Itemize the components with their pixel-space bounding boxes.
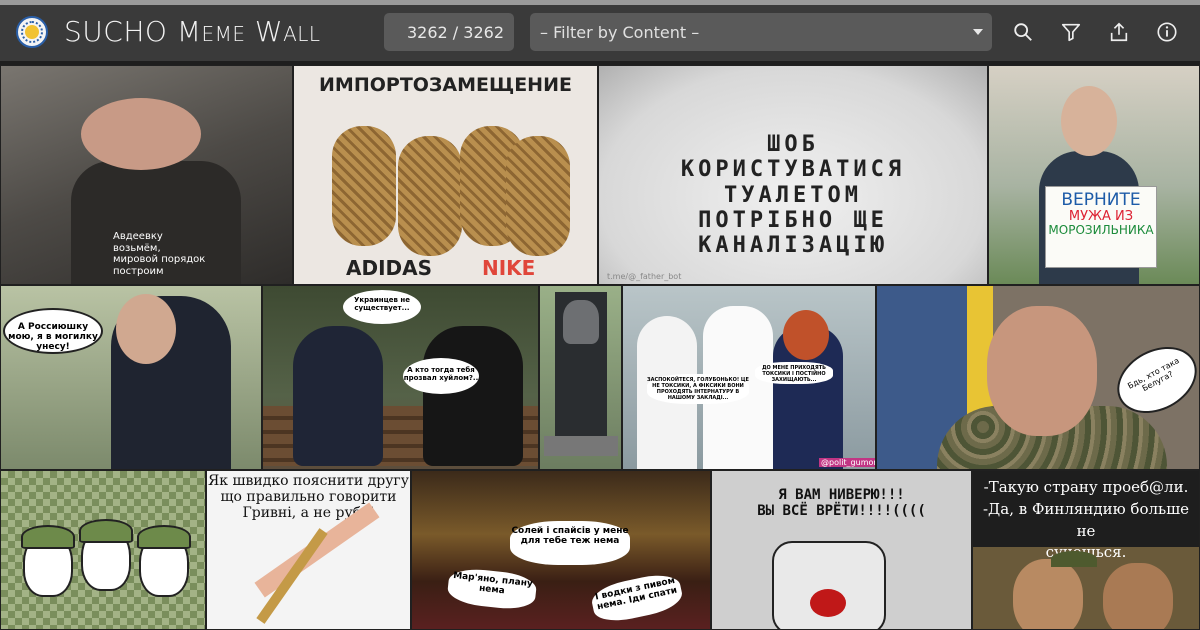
meme-tile[interactable]: ЗАСПОКОЙТЕСЯ, ГОЛУБОНЬКО! ЦЕ НЕ ТОКСИКИ,… bbox=[622, 285, 876, 470]
meme-figure bbox=[423, 326, 523, 466]
meme-mouth bbox=[810, 589, 846, 617]
meme-tile[interactable]: Бдь, хто така Белуга? bbox=[876, 285, 1200, 470]
title-prefix: SUCHO bbox=[64, 15, 168, 48]
meme-tile[interactable] bbox=[539, 285, 622, 470]
sign-line: МОРОЗИЛЬНИКА bbox=[1048, 222, 1154, 237]
meme-face bbox=[116, 294, 176, 364]
meme-face bbox=[1103, 563, 1173, 629]
meme-helmet bbox=[79, 519, 133, 543]
meme-snow-text: ШОБ КОРИСТУВАТИСЯ ТУАЛЕТОМ ПОТРІБНО ЩЕ К… bbox=[680, 132, 906, 259]
meme-grid: Авдеевку возьмём, мировой порядок постро… bbox=[0, 61, 1200, 630]
meme-caption: Авдеевку возьмём, мировой порядок постро… bbox=[113, 231, 206, 277]
meme-label-right: NIKE bbox=[482, 256, 536, 280]
meme-tile[interactable]: -Такую страну проеб@ли. -Да, в Финляндию… bbox=[972, 470, 1200, 630]
filter-icon[interactable] bbox=[1060, 21, 1082, 43]
meme-tile[interactable]: Авдеевку возьмём, мировой порядок постро… bbox=[0, 65, 293, 285]
meme-heading: ИМПОРТОЗАМЕЩЕНИЕ bbox=[319, 74, 572, 96]
meme-hat bbox=[1051, 551, 1097, 567]
speech-bubble: І водки з пивом нема. Іди спати bbox=[589, 570, 685, 626]
content-filter-select[interactable]: – Filter by Content – bbox=[530, 13, 992, 51]
share-icon[interactable] bbox=[1108, 21, 1130, 43]
speech-bubble: А кто тогда тебя прозвал хуйлом?.. bbox=[403, 358, 479, 394]
meme-face bbox=[1013, 559, 1083, 629]
title-rest: Meme Wall bbox=[176, 15, 321, 48]
meme-tile[interactable]: ИМПОРТОЗАМЕЩЕНИЕ ADIDAS NIKE bbox=[293, 65, 598, 285]
speech-bubble: ЗАСПОКОЙТЕСЯ, ГОЛУБОНЬКО! ЦЕ НЕ ТОКСИКИ,… bbox=[647, 374, 749, 404]
meme-tile[interactable]: А Россиюшку мою, я в могилку унесу! bbox=[0, 285, 262, 470]
meme-shoe bbox=[506, 136, 570, 256]
meme-counter: 3262 / 3262 bbox=[384, 13, 514, 51]
meme-portrait bbox=[563, 300, 599, 344]
meme-tile[interactable]: ШОБ КОРИСТУВАТИСЯ ТУАЛЕТОМ ПОТРІБНО ЩЕ К… bbox=[598, 65, 988, 285]
meme-helmet bbox=[21, 525, 75, 549]
speech-bubble: Мар'яно, плану нема bbox=[446, 566, 538, 612]
meme-shoe bbox=[398, 136, 462, 256]
sucho-logo-icon[interactable] bbox=[16, 16, 48, 48]
meme-caption: Як швидко пояснити другу що правильно го… bbox=[208, 473, 409, 522]
meme-face bbox=[81, 98, 201, 170]
meme-tile[interactable]: Украинцев не существует... А кто тогда т… bbox=[262, 285, 539, 470]
chevron-down-icon bbox=[973, 29, 983, 35]
meme-watermark: t.me/@_father_bot bbox=[607, 272, 682, 281]
meme-helmet bbox=[137, 525, 191, 549]
meme-gravestone-base bbox=[544, 436, 618, 456]
sign-line: ВЕРНИТЕ bbox=[1061, 190, 1141, 210]
meme-hair bbox=[783, 310, 829, 360]
sign-line: МУЖА ИЗ bbox=[1068, 208, 1134, 224]
speech-bubble: Украинцев не существует... bbox=[343, 290, 421, 324]
speech-bubble: ДО МЕНЕ ПРИХОДЯТЬ ТОКСИКИ І ПОСТІЙНО ЗАХ… bbox=[755, 362, 833, 384]
meme-source-tag: @polit_gumor bbox=[819, 458, 875, 467]
header-bar: SUCHO Meme Wall 3262 / 3262 – Filter by … bbox=[0, 5, 1200, 61]
meme-figure bbox=[293, 326, 383, 466]
info-icon[interactable] bbox=[1156, 21, 1178, 43]
speech-bubble: А Россиюшку мою, я в могилку унесу! bbox=[3, 308, 103, 354]
meme-label-left: ADIDAS bbox=[346, 256, 433, 280]
meme-caption: -Такую страну проеб@ли. -Да, в Финляндию… bbox=[982, 478, 1190, 561]
speech-bubble: Солей і спайсів у мене для тебе теж нема bbox=[510, 521, 630, 565]
meme-tile[interactable]: Солей і спайсів у мене для тебе теж нема… bbox=[411, 470, 711, 630]
meme-tile[interactable]: Як швидко пояснити другу що правильно го… bbox=[206, 470, 411, 630]
app-title: SUCHO Meme Wall bbox=[64, 15, 321, 48]
filter-label: – Filter by Content – bbox=[540, 23, 700, 42]
meme-tile[interactable] bbox=[0, 470, 206, 630]
meme-caption: Я ВАМ НИВЕРЮ!!! ВЫ ВСЁ ВРЁТИ!!!!(((( bbox=[757, 487, 926, 520]
meme-face bbox=[987, 306, 1097, 436]
meme-shoe bbox=[332, 126, 396, 246]
search-icon[interactable] bbox=[1012, 21, 1034, 43]
meme-tile[interactable]: Я ВАМ НИВЕРЮ!!! ВЫ ВСЁ ВРЁТИ!!!!(((( bbox=[711, 470, 972, 630]
meme-tile[interactable]: ВЕРНИТЕ МУЖА ИЗ МОРОЗИЛЬНИКА bbox=[988, 65, 1200, 285]
meme-sign: ВЕРНИТЕ МУЖА ИЗ МОРОЗИЛЬНИКА bbox=[1045, 186, 1157, 268]
